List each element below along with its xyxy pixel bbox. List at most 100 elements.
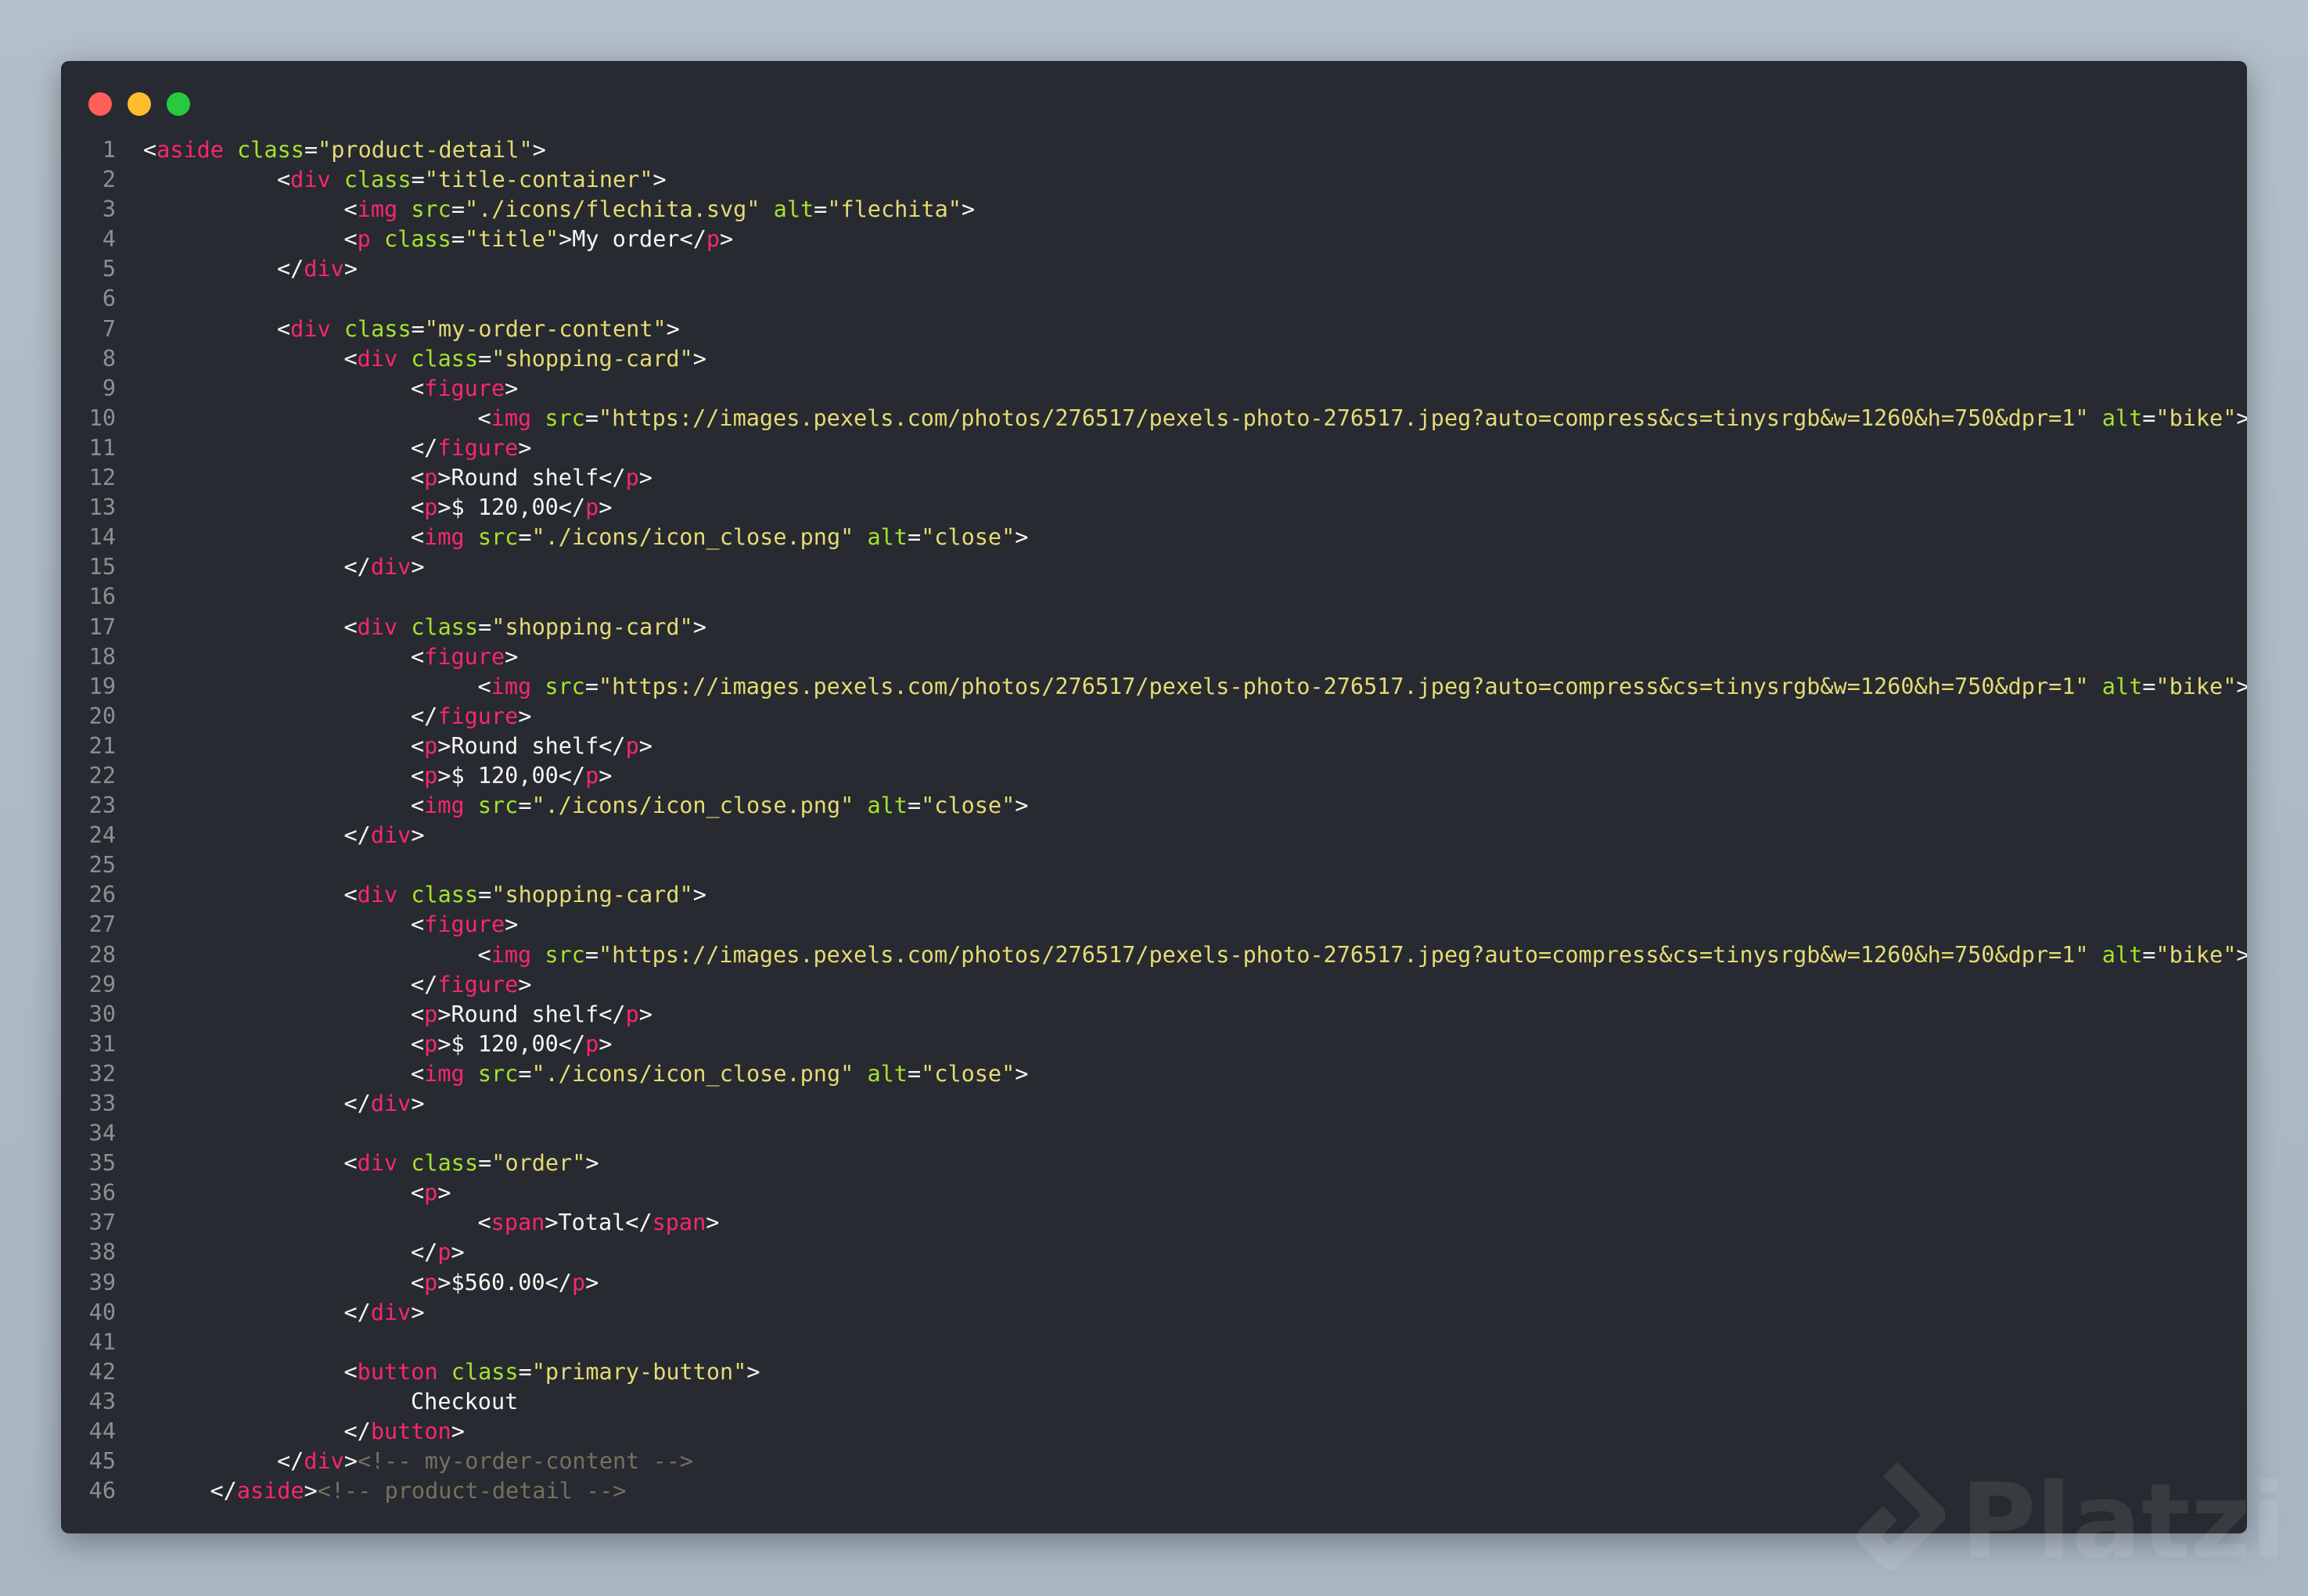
code-line[interactable]: 13 <p>$ 120,00</p> — [61, 493, 2247, 523]
code-line[interactable]: 8 <div class="shopping-card"> — [61, 344, 2247, 374]
code-line[interactable]: 42 <button class="primary-button"> — [61, 1357, 2247, 1387]
code-tag-name: p — [585, 494, 599, 521]
code-line[interactable]: 29 </figure> — [61, 970, 2247, 1000]
code-punctuation: = — [451, 196, 465, 223]
code-line[interactable]: 11 </figure> — [61, 433, 2247, 463]
code-attribute: src — [477, 793, 519, 819]
code-punctuation: > — [437, 465, 451, 491]
code-line[interactable]: 31 <p>$ 120,00</p> — [61, 1030, 2247, 1059]
code-line[interactable]: 35 <div class="order"> — [61, 1148, 2247, 1178]
code-punctuation — [854, 1061, 867, 1087]
code-line[interactable]: 3 <img src="./icons/flechita.svg" alt="fl… — [61, 195, 2247, 225]
code-line[interactable]: 26 <div class="shopping-card"> — [61, 880, 2247, 910]
code-punctuation: > — [411, 1091, 425, 1116]
code-line[interactable]: 22 <p>$ 120,00</p> — [61, 761, 2247, 791]
code-punctuation — [531, 942, 545, 968]
code-tag-name: div — [370, 822, 412, 849]
code-punctuation: > — [559, 226, 573, 253]
zoom-dot-icon[interactable] — [167, 92, 190, 116]
code-punctuation: </ — [343, 822, 371, 849]
code-line[interactable]: 44 </button> — [61, 1417, 2247, 1447]
code-tag-name: span — [491, 1210, 545, 1236]
line-source: <p>$ 120,00</p> — [143, 761, 612, 791]
line-source: </div> — [143, 552, 425, 582]
code-punctuation: </ — [625, 1210, 652, 1236]
code-line[interactable]: 1 <aside class="product-detail"> — [61, 135, 2247, 165]
code-line[interactable]: 37 <span>Total</span> — [61, 1208, 2247, 1238]
code-punctuation: < — [411, 465, 425, 491]
line-source: Checkout — [143, 1387, 518, 1417]
code-line[interactable]: 6 — [61, 284, 2247, 314]
line-source: <figure> — [143, 910, 518, 940]
code-line[interactable]: 12 <p>Round shelf</p> — [61, 463, 2247, 493]
line-number: 5 — [102, 256, 116, 282]
code-line[interactable]: 39 <p>$560.00</p> — [61, 1268, 2247, 1298]
code-line[interactable]: 36 <p> — [61, 1178, 2247, 1208]
code-line[interactable]: 17 <div class="shopping-card"> — [61, 613, 2247, 642]
code-line[interactable]: 38 </p> — [61, 1238, 2247, 1267]
code-line[interactable]: 43 Checkout — [61, 1387, 2247, 1417]
line-number: 32 — [88, 1060, 116, 1087]
code-line[interactable]: 40 </div> — [61, 1298, 2247, 1328]
line-number: 11 — [88, 434, 116, 461]
code-punctuation: </ — [599, 1001, 626, 1027]
code-line[interactable]: 7 <div class="my-order-content"> — [61, 315, 2247, 344]
code-line[interactable]: 2 <div class="title-container"> — [61, 165, 2247, 195]
code-attribute: src — [477, 1060, 519, 1087]
code-tag-name: p — [706, 226, 721, 253]
code-punctuation — [531, 405, 545, 431]
code-line[interactable]: 25 — [61, 850, 2247, 880]
code-string: "close" — [921, 1060, 1016, 1087]
close-dot-icon[interactable] — [88, 92, 112, 116]
code-line[interactable]: 33 </div> — [61, 1089, 2247, 1119]
line-number: 13 — [88, 494, 116, 521]
code-punctuation: < — [411, 1030, 425, 1057]
code-string: "flechita" — [827, 196, 962, 223]
code-attribute: src — [477, 524, 519, 551]
line-source: <p>$ 120,00</p> — [143, 493, 612, 523]
code-tag-name: div — [290, 315, 331, 342]
minimize-dot-icon[interactable] — [128, 92, 151, 116]
code-punctuation: </ — [599, 465, 626, 491]
code-string: "order" — [491, 1150, 586, 1177]
line-source: <aside class="product-detail"> — [143, 135, 546, 165]
code-line[interactable]: 32 <img src="./icons/icon_close.png" alt=… — [61, 1059, 2247, 1089]
line-source: </p> — [143, 1238, 465, 1267]
code-punctuation: < — [143, 137, 157, 163]
code-tag-name: div — [290, 167, 331, 193]
code-line[interactable]: 34 — [61, 1119, 2247, 1148]
code-tag-name: figure — [424, 911, 505, 938]
code-line[interactable]: 21 <p>Round shelf</p> — [61, 732, 2247, 761]
code-line[interactable]: 20 </figure> — [61, 702, 2247, 732]
code-line[interactable]: 30 <p>Round shelf</p> — [61, 1000, 2247, 1030]
line-number: 21 — [88, 732, 116, 759]
code-punctuation: </ — [343, 1299, 371, 1325]
code-line[interactable]: 10 <img src="https://images.pexels.com/ph… — [61, 404, 2247, 433]
code-editor[interactable]: 1 <aside class="product-detail"> 2 <div cla… — [61, 135, 2247, 1506]
code-line[interactable]: 9 <figure> — [61, 374, 2247, 404]
code-line[interactable]: 41 — [61, 1328, 2247, 1357]
line-source: <div class="my-order-content"> — [143, 315, 680, 344]
code-line[interactable]: 28 <img src="https://images.pexels.com/ph… — [61, 940, 2247, 970]
code-punctuation: > — [706, 1210, 720, 1236]
code-line[interactable]: 14 <img src="./icons/icon_close.png" alt=… — [61, 523, 2247, 552]
line-source: </div> — [143, 1298, 425, 1328]
code-punctuation: </ — [277, 256, 304, 282]
code-tag-name: figure — [437, 971, 519, 998]
code-line[interactable]: 15 </div> — [61, 552, 2247, 582]
code-line[interactable]: 5 </div> — [61, 254, 2247, 284]
line-source: <div class="shopping-card"> — [143, 344, 706, 374]
code-line[interactable]: 19 <img src="https://images.pexels.com/ph… — [61, 672, 2247, 702]
code-line[interactable]: 18 <figure> — [61, 642, 2247, 672]
code-punctuation: > — [666, 315, 680, 342]
code-punctuation: < — [411, 375, 425, 401]
code-punctuation: > — [437, 1180, 451, 1206]
code-punctuation: > — [343, 1448, 358, 1475]
code-line[interactable]: 24 </div> — [61, 821, 2247, 850]
code-line[interactable]: 23 <img src="./icons/icon_close.png" alt=… — [61, 791, 2247, 821]
code-line[interactable]: 27 <figure> — [61, 910, 2247, 940]
code-line[interactable]: 16 — [61, 582, 2247, 612]
code-line[interactable]: 4 <p class="title">My order</p> — [61, 225, 2247, 254]
code-punctuation: > — [437, 1030, 451, 1057]
code-string: "shopping-card" — [491, 613, 693, 640]
